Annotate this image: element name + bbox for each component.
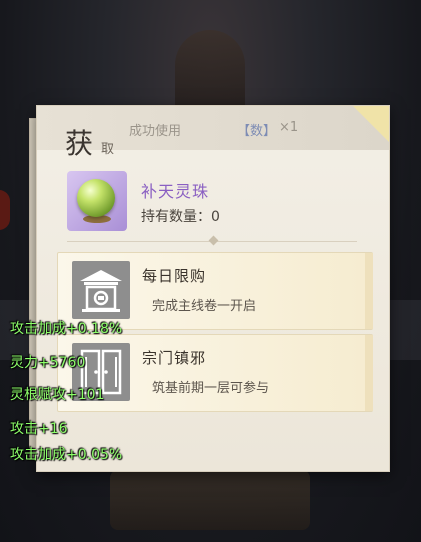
success-message: 成功使用 [129,124,182,139]
used-item-ref: 【数】 [237,124,277,139]
source-title: 宗门镇邪 [142,349,207,367]
source-subtitle: 筑基前期一层可参与 [152,381,270,396]
item-holding-count: 持有数量：0 [141,209,220,225]
popup-title-sub: 取 [101,142,115,157]
buff-attack-bonus-1: 攻击加成+0.18% [10,321,123,337]
buff-attack: 攻击+16 [10,421,68,437]
row-edge [365,253,373,329]
background-button [110,470,310,530]
popup-header: 获 取 成功使用 【数】 ×1 [37,106,389,160]
divider-ornament [208,235,219,246]
background-edge-ornament [0,190,10,230]
source-title: 每日限购 [142,267,207,285]
page-corner-fold [353,106,389,142]
buff-attack-bonus-2: 攻击加成+0.05% [10,447,123,463]
used-quantity: ×1 [279,120,299,135]
source-subtitle: 完成主线卷一开启 [152,299,257,314]
shop-pavilion-icon [72,261,130,319]
item-name: 补天灵珠 [141,182,210,201]
acquire-popup: 获 取 成功使用 【数】 ×1 补天灵珠 持有数量：0 每日限购 完成主线卷一开… [36,105,390,472]
green-orb-icon [77,179,115,217]
row-edge [365,335,373,411]
item-icon-frame[interactable] [67,171,127,231]
buff-root-attack: 灵根赋攻+101 [10,387,105,403]
buff-spirit-power: 灵力+5760 [10,355,86,371]
popup-title-main: 获 [65,127,94,160]
